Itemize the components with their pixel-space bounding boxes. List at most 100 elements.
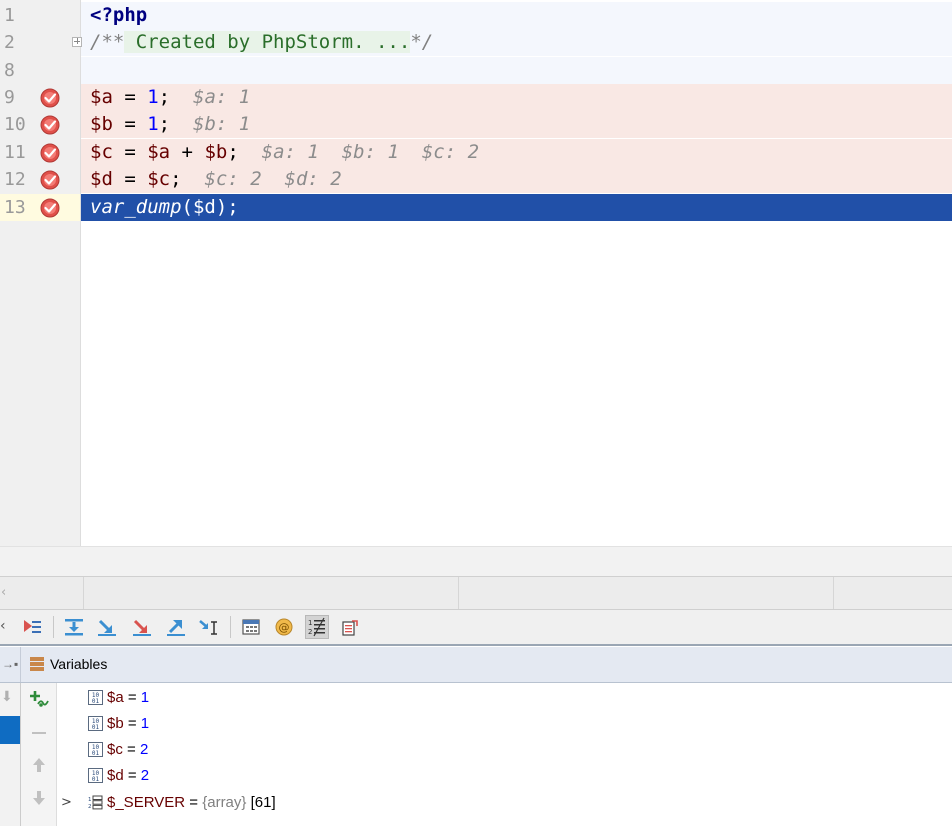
expand-chevron-icon[interactable]: > bbox=[61, 790, 72, 816]
variable-equals: = bbox=[122, 741, 140, 758]
code-line-13-execution-point[interactable]: var_dump($d); bbox=[81, 194, 952, 221]
variable-token: $a bbox=[147, 141, 171, 163]
svg-text:01: 01 bbox=[92, 698, 100, 705]
variable-row[interactable]: 10 01 $a = 1 bbox=[57, 685, 952, 711]
move-down-button[interactable] bbox=[29, 788, 49, 808]
debug-toolbar: ‹ @ 12 bbox=[0, 609, 952, 646]
toolbar-separator bbox=[230, 616, 231, 638]
operator-token: = bbox=[112, 113, 148, 135]
force-step-into-button[interactable] bbox=[130, 615, 154, 639]
code-line-8[interactable] bbox=[81, 57, 952, 84]
variable-type: {array} bbox=[202, 794, 247, 811]
watch-icon: @ bbox=[275, 618, 293, 636]
evaluate-expression-button[interactable] bbox=[239, 615, 263, 639]
run-to-cursor-button[interactable] bbox=[197, 615, 221, 639]
svg-text:01: 01 bbox=[92, 750, 100, 757]
header-divider bbox=[20, 647, 21, 682]
breakpoint-check-icon[interactable] bbox=[40, 143, 60, 163]
variable-row[interactable]: 10 01 $d = 2 bbox=[57, 763, 952, 789]
breakpoint-check-icon[interactable] bbox=[40, 88, 60, 108]
inline-debug-value: $b: 1 bbox=[193, 113, 251, 135]
step-out-icon bbox=[167, 620, 185, 636]
doc-comment-close: */ bbox=[410, 31, 434, 53]
variable-token: $a bbox=[90, 86, 113, 108]
variable-row[interactable]: 10 01 $c = 2 bbox=[57, 737, 952, 763]
svg-text:1: 1 bbox=[88, 797, 92, 803]
step-into-icon bbox=[98, 619, 116, 636]
variable-token: $c bbox=[147, 168, 171, 190]
show-execution-point-button[interactable] bbox=[20, 615, 44, 639]
move-up-button[interactable] bbox=[29, 755, 49, 775]
editor-gutter[interactable]: 1 2 8 9 10 11 12 13 bbox=[0, 0, 81, 546]
primitive-variable-icon: 1001 bbox=[88, 690, 103, 705]
line-number-11[interactable]: 11 bbox=[0, 139, 80, 166]
number-token: 1 bbox=[147, 86, 159, 108]
code-line-11[interactable]: $c = $a + $b; $a: 1 $b: 1 $c: 2 bbox=[81, 139, 952, 166]
line-number-1: 1 bbox=[0, 2, 80, 29]
breakpoint-check-icon[interactable] bbox=[40, 198, 60, 218]
variables-icon bbox=[30, 657, 44, 671]
watch-button[interactable]: @ bbox=[272, 615, 296, 639]
restore-layout-icon bbox=[342, 620, 358, 636]
line-number-2: 2 bbox=[0, 29, 80, 56]
variables-side-toolbar bbox=[21, 683, 57, 826]
code-area[interactable]: <?php /** Created by PhpStorm. ...*/ $a … bbox=[72, 0, 952, 546]
restore-layout-button[interactable] bbox=[338, 615, 362, 639]
variable-equals: = bbox=[185, 794, 203, 811]
variable-value: 2 bbox=[139, 741, 149, 758]
fold-expand-icon[interactable] bbox=[72, 37, 82, 47]
collapse-left-icon[interactable]: ‹ bbox=[0, 618, 6, 634]
scroll-left-icon[interactable]: ‹ bbox=[1, 585, 6, 600]
arrow-down-icon bbox=[33, 791, 45, 805]
line-number-text: 9 bbox=[4, 87, 15, 108]
line-number-10[interactable]: 10 bbox=[0, 111, 80, 138]
semicolon-token: ; bbox=[158, 113, 171, 135]
variables-panel-header: →▪ Variables bbox=[0, 647, 952, 683]
breakpoint-check-icon[interactable] bbox=[40, 170, 60, 190]
code-editor[interactable]: 1 2 8 9 10 11 12 13 <?php /** Created by… bbox=[0, 0, 952, 546]
variable-row-server[interactable]: > 12 $_SERVER = {array} [61] bbox=[57, 790, 952, 816]
line-number-8: 8 bbox=[0, 57, 80, 84]
folded-doc-comment[interactable]: Created by PhpStorm. ... bbox=[124, 31, 411, 53]
remove-watch-button[interactable] bbox=[29, 723, 49, 743]
step-out-button[interactable] bbox=[164, 615, 188, 639]
down-arrow-icon[interactable]: ⬇ bbox=[1, 689, 13, 705]
variable-row[interactable]: 10 01 $b = 1 bbox=[57, 711, 952, 737]
operator-token: = bbox=[112, 141, 148, 163]
new-watch-button[interactable] bbox=[29, 689, 49, 709]
hide-panel-icon[interactable]: →▪ bbox=[2, 657, 18, 671]
line-number-text: 8 bbox=[4, 60, 15, 81]
code-line-1[interactable]: <?php bbox=[81, 2, 952, 29]
variable-token: $c bbox=[90, 141, 113, 163]
code-line-9[interactable]: $a = 1; $a: 1 bbox=[81, 84, 952, 111]
step-into-button[interactable] bbox=[95, 615, 119, 639]
paren-token: ( bbox=[181, 196, 193, 218]
variables-tree[interactable]: 10 01 $a = 1 10 01 $b = 1 10 01 $c = 2 10 01… bbox=[57, 683, 952, 826]
function-token: var_dump bbox=[90, 196, 182, 218]
variable-name: $a bbox=[107, 689, 124, 706]
number-token: 1 bbox=[147, 113, 159, 135]
breakpoint-check-icon[interactable] bbox=[40, 115, 60, 135]
line-number-text: 1 bbox=[4, 5, 15, 26]
variable-name: $d bbox=[107, 767, 124, 784]
selected-frame-marker[interactable] bbox=[0, 716, 20, 744]
array-size: [61] bbox=[246, 794, 276, 811]
code-line-10[interactable]: $b = 1; $b: 1 bbox=[81, 111, 952, 138]
line-number-12[interactable]: 12 bbox=[0, 166, 80, 193]
frames-order-button[interactable]: 12 bbox=[305, 615, 329, 639]
inline-debug-value: $c: 2 $d: 2 bbox=[204, 168, 342, 190]
frames-side-strip[interactable]: ⬇ bbox=[0, 683, 21, 826]
variable-value: 1 bbox=[140, 689, 150, 706]
show-execution-point-icon bbox=[24, 620, 41, 633]
variable-name: $c bbox=[107, 741, 123, 758]
step-over-button[interactable] bbox=[62, 615, 86, 639]
code-line-12[interactable]: $d = $c; $c: 2 $d: 2 bbox=[81, 166, 952, 193]
line-number-13-current[interactable]: 13 bbox=[0, 194, 80, 221]
variable-name: $b bbox=[107, 715, 124, 732]
code-line-2[interactable]: /** Created by PhpStorm. ...*/ bbox=[72, 29, 952, 56]
line-number-9[interactable]: 9 bbox=[0, 84, 80, 111]
variable-equals: = bbox=[123, 767, 141, 784]
variable-token: $d bbox=[192, 196, 216, 218]
line-number-text: 2 bbox=[4, 32, 15, 53]
semicolon-token: ; bbox=[170, 168, 182, 190]
